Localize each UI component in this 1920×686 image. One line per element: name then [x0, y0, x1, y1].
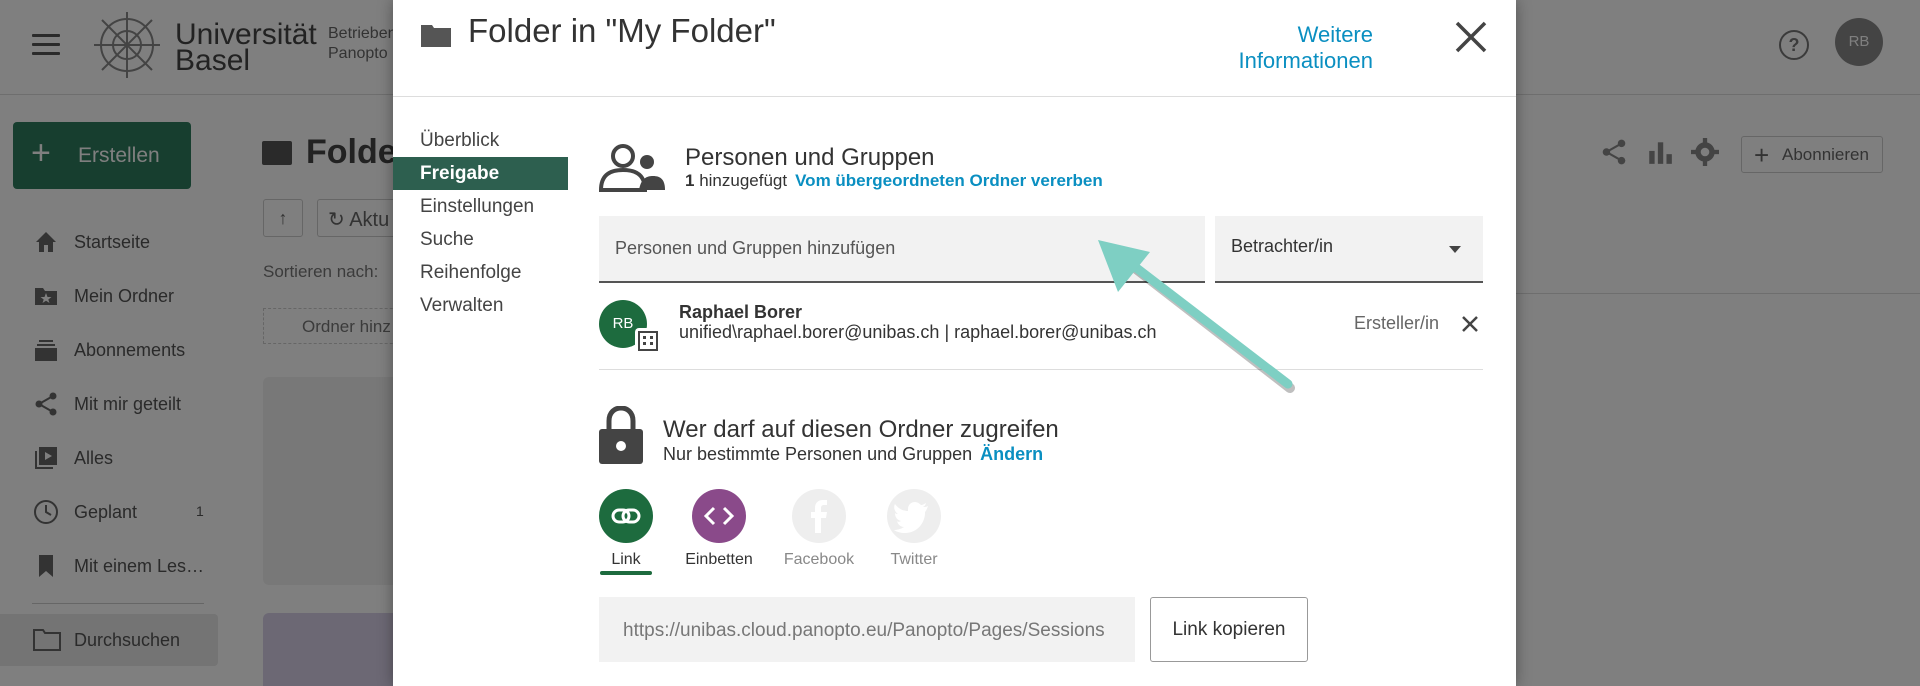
inherit-from-parent-link[interactable]: Vom übergeordneten Ordner vererben [795, 171, 1103, 190]
organization-icon [635, 328, 661, 354]
copy-link-button[interactable]: Link kopieren [1150, 597, 1308, 662]
access-section-title: Wer darf auf diesen Ordner zugreifen [663, 416, 1059, 443]
share-option-twitter[interactable]: Twitter [874, 489, 954, 569]
member-email: unified\raphael.borer@unibas.ch | raphae… [679, 322, 1157, 342]
member-role: Ersteller/in [1354, 313, 1440, 333]
member-name: Raphael Borer [679, 302, 803, 322]
twitter-icon [887, 489, 941, 543]
people-section-title: Personen und Gruppen [685, 144, 935, 171]
role-select-value: Betrachter/in [1231, 236, 1334, 256]
tab-order[interactable]: Reihenfolge [393, 256, 568, 289]
chevron-down-icon [1449, 246, 1461, 253]
share-option-link[interactable]: Link [586, 489, 666, 575]
embed-icon [692, 489, 746, 543]
link-icon [599, 489, 653, 543]
tab-overview[interactable]: Überblick [393, 124, 568, 157]
share-option-embed[interactable]: Einbetten [679, 489, 759, 569]
share-option-facebook[interactable]: Facebook [779, 489, 859, 569]
people-added-label: hinzugefügt [699, 171, 788, 190]
access-summary: Nur bestimmte Personen und Gruppen Ändern [663, 444, 1043, 465]
close-icon[interactable] [1461, 315, 1479, 333]
tab-settings[interactable]: Einstellungen [393, 190, 568, 223]
share-option-label: Twitter [890, 551, 938, 568]
people-count: 1 [685, 171, 695, 190]
access-level-text: Nur bestimmte Personen und Gruppen [663, 444, 973, 464]
member-row: RB Raphael Borer unified\raphael.borer@u… [599, 290, 1483, 370]
tab-sharing[interactable]: Freigabe [393, 157, 568, 190]
people-added-summary: 1 hinzugefügt Vom übergeordneten Ordner v… [685, 171, 1103, 191]
people-group-icon [599, 144, 665, 192]
modal-tab-nav: Überblick Freigabe Einstellungen Suche R… [393, 124, 568, 322]
tab-manage[interactable]: Verwalten [393, 289, 568, 322]
lock-icon [599, 406, 643, 464]
share-link-field[interactable]: https://unibas.cloud.panopto.eu/Panopto/… [599, 597, 1135, 662]
change-access-link[interactable]: Ändern [980, 444, 1043, 464]
sharing-panel: Personen und Gruppen 1 hinzugefügt Vom üb… [599, 0, 1489, 686]
people-search-input[interactable] [599, 216, 1205, 283]
facebook-icon [792, 489, 846, 543]
active-tab-indicator [600, 571, 652, 575]
role-select[interactable]: Betrachter/in [1215, 216, 1483, 283]
share-option-label: Link [611, 551, 641, 568]
folder-settings-modal: Folder in "My Folder" Weitere Informatio… [393, 0, 1516, 686]
share-option-label: Facebook [783, 551, 855, 568]
folder-icon [421, 25, 451, 47]
tab-search[interactable]: Suche [393, 223, 568, 256]
share-option-label: Einbetten [685, 551, 753, 568]
